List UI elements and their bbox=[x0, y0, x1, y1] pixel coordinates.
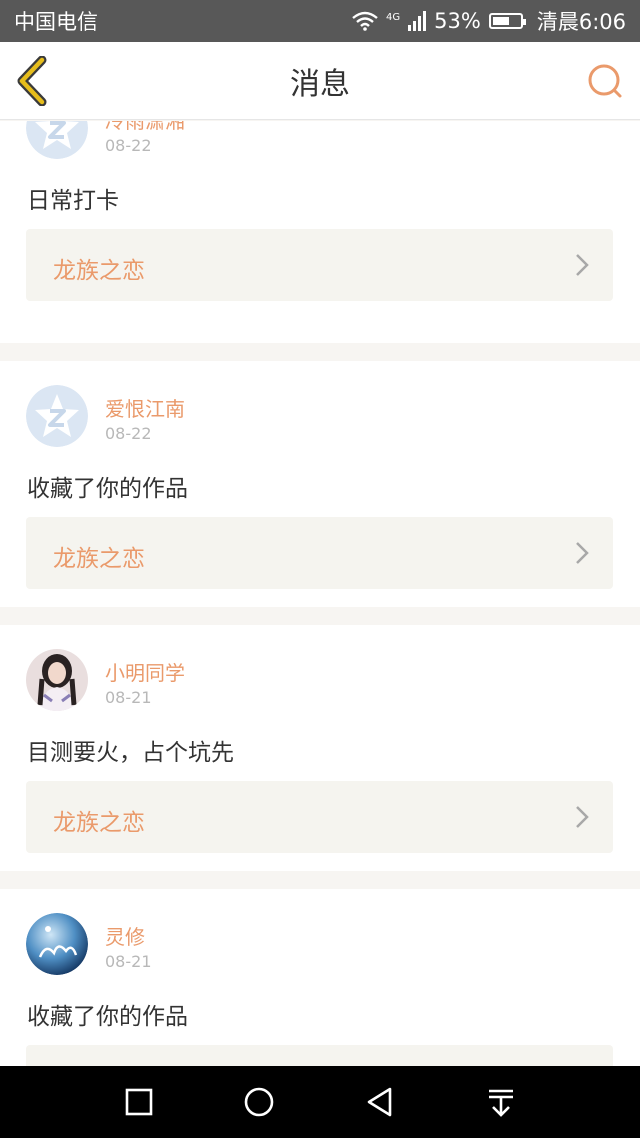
message-card: 爱恨江南 08-22 收藏了你的作品 龙族之恋 bbox=[0, 361, 640, 607]
work-title: 龙族之恋 bbox=[53, 546, 145, 572]
recent-apps-icon[interactable] bbox=[123, 1086, 155, 1118]
message-card: 灵修 08-21 收藏了你的作品 bbox=[0, 889, 640, 1066]
carrier-name: 中国电信 bbox=[14, 10, 98, 34]
work-link[interactable]: 龙族之恋 bbox=[26, 517, 613, 589]
chevron-right-icon bbox=[576, 806, 589, 828]
art-avatar[interactable] bbox=[26, 913, 88, 975]
battery-icon bbox=[488, 13, 526, 29]
status-icons: 4G 53% 清晨6:06 bbox=[352, 6, 626, 36]
user-name[interactable]: 小明同学 bbox=[105, 657, 185, 686]
work-link[interactable]: 龙族之恋 bbox=[26, 229, 613, 301]
message-card: 冷雨潇湘 08-22 日常打卡 龙族之恋 bbox=[0, 121, 640, 343]
wifi-icon bbox=[352, 11, 378, 31]
system-nav-bar bbox=[0, 1066, 640, 1138]
signal-icon bbox=[408, 11, 427, 31]
chevron-left-icon[interactable] bbox=[14, 56, 54, 106]
message-date: 08-21 bbox=[105, 688, 152, 707]
message-date: 08-21 bbox=[105, 952, 152, 971]
message-text: 目测要火，占个坑先 bbox=[27, 740, 234, 766]
default-avatar-icon[interactable] bbox=[26, 385, 88, 447]
message-date: 08-22 bbox=[105, 136, 152, 155]
chevron-right-icon bbox=[576, 254, 589, 276]
message-card: 小明同学 08-21 目测要火，占个坑先 龙族之恋 bbox=[0, 625, 640, 871]
battery-percent: 53% bbox=[434, 9, 481, 33]
message-text: 收藏了你的作品 bbox=[27, 1004, 188, 1030]
user-name[interactable]: 冷雨潇湘 bbox=[105, 121, 185, 134]
message-text: 日常打卡 bbox=[27, 188, 119, 214]
header: 消息 bbox=[0, 42, 640, 120]
work-title: 龙族之恋 bbox=[53, 810, 145, 836]
message-text: 收藏了你的作品 bbox=[27, 476, 188, 502]
status-bar: 中国电信 4G 53% 清晨6:06 bbox=[0, 0, 640, 42]
photo-avatar[interactable] bbox=[26, 649, 88, 711]
work-title: 龙族之恋 bbox=[53, 258, 145, 284]
work-link[interactable]: 龙族之恋 bbox=[26, 781, 613, 853]
default-avatar-icon[interactable] bbox=[26, 121, 88, 159]
chevron-right-icon bbox=[576, 542, 589, 564]
message-date: 08-22 bbox=[105, 424, 152, 443]
clock: 清晨6:06 bbox=[536, 10, 626, 34]
back-icon[interactable] bbox=[364, 1086, 396, 1118]
notification-pull-icon[interactable] bbox=[485, 1086, 517, 1118]
user-name[interactable]: 爱恨江南 bbox=[105, 393, 185, 422]
message-list[interactable]: 冷雨潇湘 08-22 日常打卡 龙族之恋 爱恨江南 08-22 收藏了你的作品 … bbox=[0, 121, 640, 1066]
network-type: 4G bbox=[386, 12, 401, 23]
work-link[interactable] bbox=[26, 1045, 613, 1066]
search-icon[interactable] bbox=[586, 62, 624, 100]
user-name[interactable]: 灵修 bbox=[105, 921, 145, 950]
page-title: 消息 bbox=[290, 66, 350, 102]
home-icon[interactable] bbox=[243, 1086, 275, 1118]
